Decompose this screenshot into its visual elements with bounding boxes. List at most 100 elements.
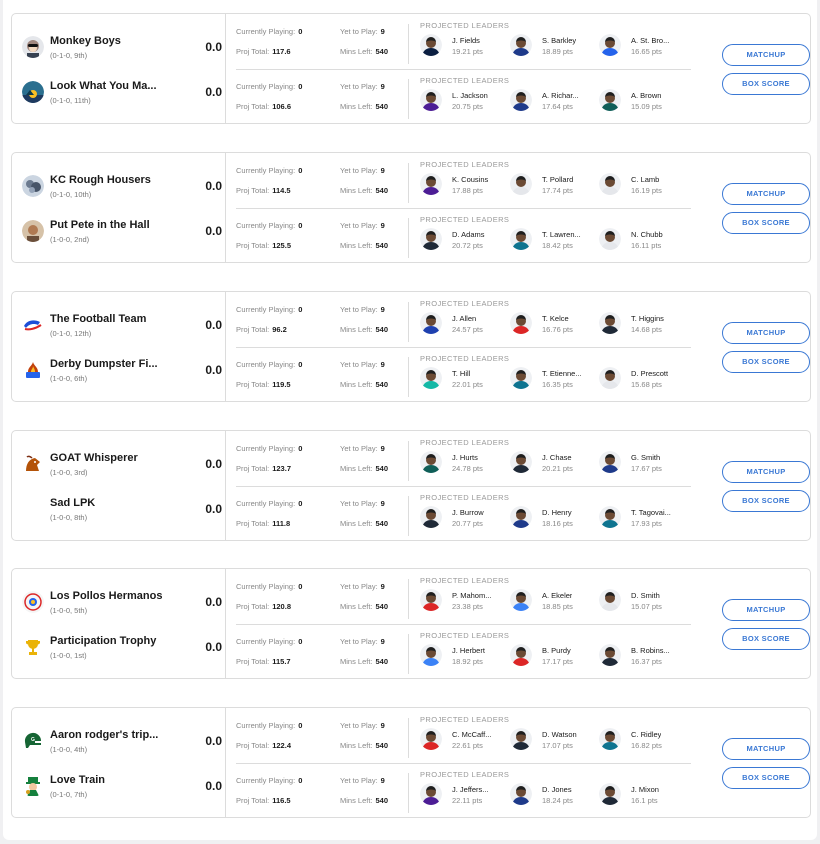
player-avatar[interactable] [420,367,442,389]
player-avatar[interactable] [510,506,532,528]
team-row[interactable]: Put Pete in the Hall (1-0-0, 2nd) 0.0 [22,217,222,247]
player-avatar[interactable] [599,589,621,611]
player-name[interactable]: J. Herbert [452,646,485,655]
player-name[interactable]: L. Jackson [452,91,488,100]
projected-leader[interactable]: J. Jeffers... 22.11 pts [420,781,510,811]
projected-leader[interactable]: T. Lawren... 18.42 pts [510,226,600,256]
player-name[interactable]: B. Robins... [631,646,670,655]
matchup-button[interactable]: MATCHUP [722,461,810,483]
player-name[interactable]: K. Cousins [452,175,488,184]
team-row[interactable]: Sad LPK (1-0-0, 8th) 0.0 [22,495,222,525]
player-name[interactable]: D. Henry [542,508,572,517]
projected-leader[interactable]: T. Etienne... 16.35 pts [510,365,600,395]
projected-leader[interactable]: J. Chase 20.21 pts [510,449,600,479]
projected-leader[interactable]: T. Tagovai... 17.93 pts [599,504,689,534]
player-avatar[interactable] [599,367,621,389]
team-row[interactable]: Monkey Boys (0-1-0, 9th) 0.0 [22,33,222,63]
player-name[interactable]: J. Allen [452,314,476,323]
player-name[interactable]: A. Richar... [542,91,579,100]
player-avatar[interactable] [420,451,442,473]
player-avatar[interactable] [420,312,442,334]
player-avatar[interactable] [510,312,532,334]
player-name[interactable]: J. Jeffers... [452,785,489,794]
player-avatar[interactable] [599,34,621,56]
projected-leader[interactable]: T. Hill 22.01 pts [420,365,510,395]
projected-leader[interactable]: J. Fields 19.21 pts [420,32,510,62]
player-name[interactable]: P. Mahom... [452,591,491,600]
player-avatar[interactable] [599,506,621,528]
projected-leader[interactable]: D. Smith 15.07 pts [599,587,689,617]
player-avatar[interactable] [510,644,532,666]
player-avatar[interactable] [599,228,621,250]
projected-leader[interactable]: J. Allen 24.57 pts [420,310,510,340]
player-name[interactable]: C. Ridley [631,730,661,739]
player-name[interactable]: T. Pollard [542,175,573,184]
player-avatar[interactable] [420,728,442,750]
projected-leader[interactable]: S. Barkley 18.89 pts [510,32,600,62]
box-score-button[interactable]: BOX SCORE [722,767,810,789]
player-name[interactable]: B. Purdy [542,646,571,655]
player-avatar[interactable] [599,89,621,111]
team-row[interactable]: Derby Dumpster Fi... (1-0-0, 6th) 0.0 [22,356,222,386]
player-avatar[interactable] [510,89,532,111]
team-row[interactable]: GOAT Whisperer (1-0-0, 3rd) 0.0 [22,450,222,480]
player-name[interactable]: D. Watson [542,730,577,739]
projected-leader[interactable]: T. Pollard 17.74 pts [510,171,600,201]
player-avatar[interactable] [599,451,621,473]
team-name[interactable]: The Football Team [50,313,180,325]
team-row[interactable]: G Aaron rodger's trip... (1-0-0, 4th) 0.… [22,727,222,757]
player-avatar[interactable] [420,89,442,111]
player-name[interactable]: N. Chubb [631,230,663,239]
projected-leader[interactable]: D. Prescott 15.68 pts [599,365,689,395]
player-name[interactable]: A. Ekeler [542,591,572,600]
player-avatar[interactable] [420,228,442,250]
player-avatar[interactable] [420,783,442,805]
player-name[interactable]: T. Kelce [542,314,569,323]
player-name[interactable]: T. Tagovai... [631,508,671,517]
player-name[interactable]: T. Hill [452,369,470,378]
projected-leader[interactable]: A. Brown 15.09 pts [599,87,689,117]
matchup-button[interactable]: MATCHUP [722,738,810,760]
player-name[interactable]: J. Mixon [631,785,659,794]
player-avatar[interactable] [510,728,532,750]
projected-leader[interactable]: D. Watson 17.07 pts [510,726,600,756]
player-avatar[interactable] [510,34,532,56]
projected-leader[interactable]: G. Smith 17.67 pts [599,449,689,479]
projected-leader[interactable]: J. Herbert 18.92 pts [420,642,510,672]
projected-leader[interactable]: A. Ekeler 18.85 pts [510,587,600,617]
player-name[interactable]: S. Barkley [542,36,576,45]
player-avatar[interactable] [510,367,532,389]
projected-leader[interactable]: P. Mahom... 23.38 pts [420,587,510,617]
player-name[interactable]: D. Smith [631,591,660,600]
player-name[interactable]: D. Jones [542,785,572,794]
player-avatar[interactable] [599,783,621,805]
player-avatar[interactable] [510,589,532,611]
projected-leader[interactable]: C. Ridley 16.82 pts [599,726,689,756]
box-score-button[interactable]: BOX SCORE [722,73,810,95]
team-name[interactable]: Los Pollos Hermanos [50,590,180,602]
player-name[interactable]: J. Fields [452,36,480,45]
projected-leader[interactable]: B. Robins... 16.37 pts [599,642,689,672]
player-avatar[interactable] [510,173,532,195]
player-avatar[interactable] [599,728,621,750]
team-name[interactable]: Love Train [50,774,180,786]
matchup-button[interactable]: MATCHUP [722,599,810,621]
player-name[interactable]: T. Lawren... [542,230,581,239]
player-name[interactable]: C. Lamb [631,175,659,184]
player-avatar[interactable] [420,644,442,666]
matchup-button[interactable]: MATCHUP [722,44,810,66]
team-row[interactable]: Love Train (0-1-0, 7th) 0.0 [22,772,222,802]
player-name[interactable]: J. Burrow [452,508,484,517]
projected-leader[interactable]: K. Cousins 17.88 pts [420,171,510,201]
projected-leader[interactable]: T. Higgins 14.68 pts [599,310,689,340]
team-name[interactable]: Sad LPK [50,497,180,509]
projected-leader[interactable]: B. Purdy 17.17 pts [510,642,600,672]
projected-leader[interactable]: J. Burrow 20.77 pts [420,504,510,534]
player-avatar[interactable] [510,783,532,805]
projected-leader[interactable]: D. Adams 20.72 pts [420,226,510,256]
player-avatar[interactable] [510,451,532,473]
player-name[interactable]: A. St. Bro... [631,36,669,45]
player-name[interactable]: A. Brown [631,91,661,100]
player-avatar[interactable] [420,589,442,611]
team-name[interactable]: Participation Trophy [50,635,180,647]
